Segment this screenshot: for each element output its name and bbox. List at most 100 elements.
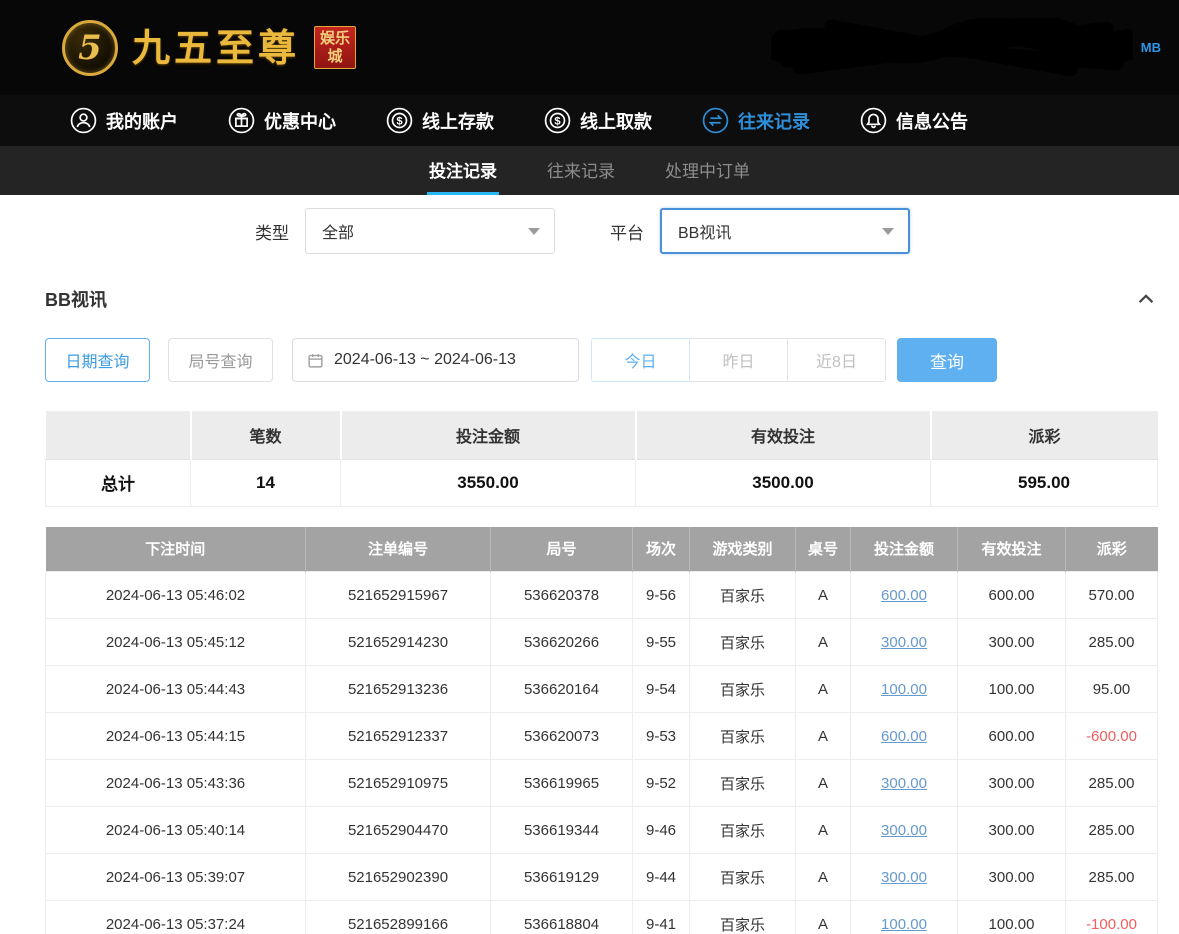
summary-header-bet-amount: 投注金额 [341, 411, 636, 459]
cell-bet-id: 521652899166 [306, 901, 491, 934]
date-range-value: 2024-06-13 ~ 2024-06-13 [334, 351, 516, 369]
svg-text:$: $ [396, 116, 403, 128]
cell-table-no: A [796, 666, 851, 713]
tab-processing-orders[interactable]: 处理中订单 [663, 146, 752, 195]
yesterday-button[interactable]: 昨日 [689, 338, 788, 382]
bet-amount-link[interactable]: 600.00 [881, 587, 927, 604]
summary-total-row: 总计 14 3550.00 3500.00 595.00 [46, 459, 1158, 506]
bet-amount-link[interactable]: 300.00 [881, 634, 927, 651]
cell-amount: 600.00 [851, 713, 958, 760]
col-payout: 派彩 [1066, 527, 1158, 572]
nav-item-announcements[interactable]: 信息公告 [860, 107, 968, 134]
cell-valid: 300.00 [958, 760, 1066, 807]
cell-valid: 300.00 [958, 807, 1066, 854]
cell-round: 536619965 [491, 760, 633, 807]
date-range-input[interactable]: 2024-06-13 ~ 2024-06-13 [292, 338, 579, 382]
bet-amount-link[interactable]: 100.00 [881, 681, 927, 698]
col-bet-time: 下注时间 [46, 527, 306, 572]
cell-session: 9-56 [633, 572, 690, 619]
table-row: 2024-06-13 05:39:07521652902390536619129… [46, 854, 1158, 901]
cell-table-no: A [796, 760, 851, 807]
type-select-value: 全部 [322, 219, 354, 243]
bet-amount-link[interactable]: 300.00 [881, 822, 927, 839]
table-row: 2024-06-13 05:37:24521652899166536618804… [46, 901, 1158, 934]
bet-amount-link[interactable]: 600.00 [881, 728, 927, 745]
summary-header-count: 笔数 [191, 411, 341, 459]
last-8-days-button[interactable]: 近8日 [787, 338, 886, 382]
cell-payout: 95.00 [1066, 666, 1158, 713]
nav-item-label: 优惠中心 [264, 108, 336, 134]
cell-table-no: A [796, 572, 851, 619]
table-row: 2024-06-13 05:40:14521652904470536619344… [46, 807, 1158, 854]
cell-payout: 285.00 [1066, 760, 1158, 807]
site-logo[interactable]: 5 九五至尊 娱乐城 [62, 20, 356, 76]
cell-amount: 300.00 [851, 760, 958, 807]
withdraw-coin-icon: $ [544, 107, 571, 134]
tab-bet-records[interactable]: 投注记录 [427, 146, 499, 195]
col-bet-id: 注单编号 [306, 527, 491, 572]
search-button[interactable]: 查询 [897, 338, 997, 382]
cell-valid: 100.00 [958, 901, 1066, 934]
cell-session: 9-52 [633, 760, 690, 807]
nav-item-label: 线上取款 [580, 108, 652, 134]
cell-amount: 100.00 [851, 901, 958, 934]
cell-payout: 285.00 [1066, 807, 1158, 854]
round-query-button[interactable]: 局号查询 [168, 338, 273, 382]
table-row: 2024-06-13 05:44:43521652913236536620164… [46, 666, 1158, 713]
cell-payout: -100.00 [1066, 901, 1158, 934]
nav-item-deposit[interactable]: $ 线上存款 [386, 107, 494, 134]
cell-table-no: A [796, 619, 851, 666]
nav-item-promotions[interactable]: 优惠中心 [228, 107, 336, 134]
cell-round: 536620266 [491, 619, 633, 666]
cell-round: 536620073 [491, 713, 633, 760]
cell-amount: 300.00 [851, 807, 958, 854]
cell-session: 9-44 [633, 854, 690, 901]
summary-payout: 595.00 [931, 459, 1158, 506]
cell-payout: 285.00 [1066, 619, 1158, 666]
logo-title: 九五至尊 [132, 29, 300, 67]
tab-transfer-records[interactable]: 往来记录 [545, 146, 617, 195]
nav-item-transfer-records[interactable]: 往来记录 [702, 107, 810, 134]
svg-text:$: $ [554, 116, 561, 128]
cell-valid: 600.00 [958, 713, 1066, 760]
cell-time: 2024-06-13 05:37:24 [46, 901, 306, 934]
today-button[interactable]: 今日 [591, 338, 690, 382]
section-title: BB视讯 [45, 286, 107, 312]
cell-valid: 600.00 [958, 572, 1066, 619]
bet-table-header-row: 下注时间 注单编号 局号 场次 游戏类别 桌号 投注金额 有效投注 派彩 [46, 527, 1158, 572]
cell-bet-id: 521652912337 [306, 713, 491, 760]
cell-time: 2024-06-13 05:44:43 [46, 666, 306, 713]
cell-amount: 300.00 [851, 854, 958, 901]
cell-session: 9-55 [633, 619, 690, 666]
nav-item-withdraw[interactable]: $ 线上取款 [544, 107, 652, 134]
cell-bet-id: 521652904470 [306, 807, 491, 854]
gift-icon [228, 107, 255, 134]
cell-payout: 285.00 [1066, 854, 1158, 901]
summary-valid-bet: 3500.00 [636, 459, 931, 506]
nav-item-my-account[interactable]: 我的账户 [70, 107, 178, 134]
bet-amount-link[interactable]: 100.00 [881, 916, 927, 933]
deposit-coin-icon: $ [386, 107, 413, 134]
record-tabs: 投注记录 往来记录 处理中订单 [0, 146, 1179, 195]
bet-table-body: 2024-06-13 05:46:02521652915967536620378… [46, 572, 1158, 934]
redacted-scribble [771, 18, 1133, 76]
bet-amount-link[interactable]: 300.00 [881, 869, 927, 886]
cell-table-no: A [796, 901, 851, 934]
table-row: 2024-06-13 05:46:02521652915967536620378… [46, 572, 1158, 619]
bet-amount-link[interactable]: 300.00 [881, 775, 927, 792]
col-session: 场次 [633, 527, 690, 572]
cell-session: 9-41 [633, 901, 690, 934]
type-select[interactable]: 全部 [305, 208, 555, 254]
col-table-no: 桌号 [796, 527, 851, 572]
transfer-record-icon [702, 107, 729, 134]
date-query-button[interactable]: 日期查询 [45, 338, 150, 382]
cell-table-no: A [796, 854, 851, 901]
cell-bet-id: 521652914230 [306, 619, 491, 666]
platform-select[interactable]: BB视讯 [660, 208, 910, 254]
collapse-chevron-up-icon[interactable] [1135, 288, 1157, 310]
cell-session: 9-46 [633, 807, 690, 854]
platform-filter-label: 平台 [610, 219, 644, 244]
section-header: BB视讯 [45, 286, 1157, 312]
summary-total-label: 总计 [46, 459, 191, 506]
type-filter-label: 类型 [255, 219, 289, 244]
